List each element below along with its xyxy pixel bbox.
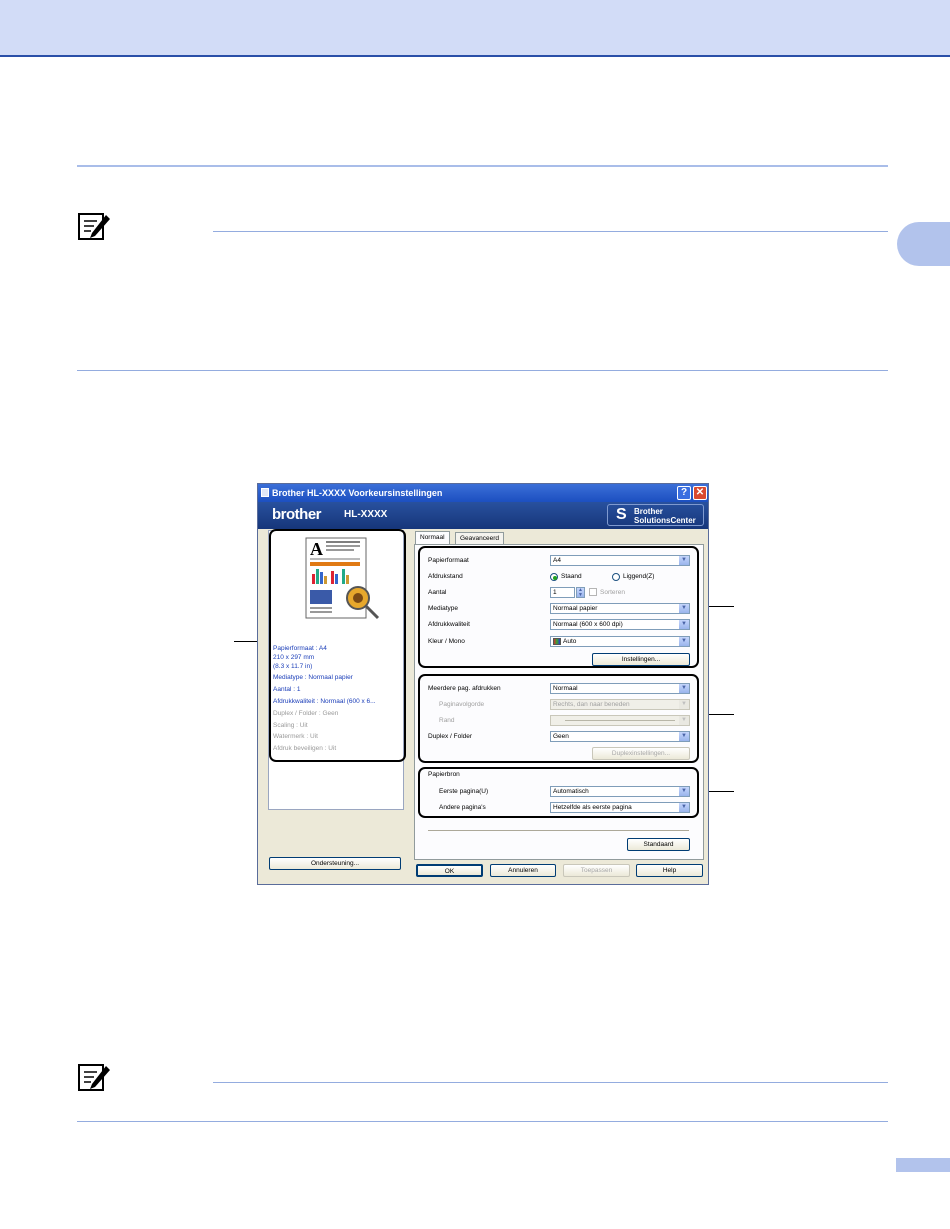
close-icon[interactable]: ✕: [693, 486, 707, 500]
color-mono-select[interactable]: Auto ▼: [550, 636, 690, 647]
help-button[interactable]: Help: [636, 864, 703, 877]
dialog-titlebar: Brother HL-XXXX Voorkeursinstellingen: [258, 484, 708, 502]
help-icon[interactable]: ?: [677, 486, 691, 500]
copies-label: Aantal: [428, 589, 447, 596]
solutions-center-button[interactable]: S Brother SolutionsCenter: [607, 504, 704, 526]
separator: [428, 830, 689, 831]
apply-button[interactable]: Toepassen: [563, 864, 630, 877]
page-order-value: Rechts, dan naar beneden: [553, 701, 630, 708]
color-mono-value: Auto: [563, 638, 577, 645]
dialog-title: Brother HL-XXXX Voorkeursinstellingen: [272, 488, 443, 498]
chevron-down-icon: ▼: [679, 700, 689, 709]
note-icon: [78, 213, 110, 240]
chevron-down-icon: ▼: [679, 604, 689, 613]
default-button[interactable]: Standaard: [627, 838, 690, 851]
note-top-rule: [213, 231, 888, 232]
settings-button[interactable]: Instellingen...: [592, 653, 690, 666]
landscape-label: Liggend(Z): [623, 573, 655, 580]
support-button[interactable]: Ondersteuning...: [269, 857, 401, 870]
multi-page-label: Meerdere pag. afdrukken: [428, 685, 501, 692]
tab-geavanceerd[interactable]: Geavanceerd: [455, 532, 505, 544]
chapter-tab: [897, 222, 950, 266]
portrait-label: Staand: [561, 573, 582, 580]
color-mono-label: Kleur / Mono: [428, 638, 465, 645]
border-label: Rand: [439, 717, 455, 724]
copies-stepper-icon[interactable]: ▲ ▼: [576, 587, 585, 598]
printer-icon: [261, 488, 269, 497]
first-page-select[interactable]: Automatisch ▼: [550, 786, 690, 797]
chevron-down-icon: ▼: [679, 556, 689, 565]
border-select[interactable]: ▼: [550, 715, 690, 726]
multi-page-select[interactable]: Normaal ▼: [550, 683, 690, 694]
border-line-sample: [565, 720, 675, 721]
first-page-label: Eerste pagina(U): [439, 788, 489, 795]
portrait-radio[interactable]: [550, 573, 558, 581]
page-order-select[interactable]: Rechts, dan naar beneden ▼: [550, 699, 690, 710]
page-number-tab: [896, 1158, 950, 1172]
chevron-down-icon: ▼: [679, 620, 689, 629]
chevron-down-icon: ▼: [679, 787, 689, 796]
paper-size-select[interactable]: A4 ▼: [550, 555, 690, 566]
orientation-label: Afdrukstand: [428, 573, 463, 580]
model-name: HL-XXXX: [344, 509, 388, 520]
note-bottom-rule: [77, 370, 888, 371]
other-pages-label: Andere pagina's: [439, 804, 486, 811]
media-type-select[interactable]: Normaal papier ▼: [550, 603, 690, 614]
note-icon: [78, 1064, 110, 1091]
color-icon: [553, 638, 561, 645]
tab-normaal[interactable]: Normaal: [415, 531, 450, 545]
chevron-down-icon: ▼: [679, 716, 689, 725]
printer-preferences-dialog: Brother HL-XXXX Voorkeursinstellingen ? …: [257, 483, 709, 885]
collate-checkbox[interactable]: [589, 588, 597, 596]
brother-logo: brother: [272, 506, 322, 523]
other-pages-select[interactable]: Hetzelfde als eerste pagina ▼: [550, 802, 690, 813]
header-band: [0, 0, 950, 57]
chevron-down-icon: ▼: [679, 803, 689, 812]
paper-size-value: A4: [553, 557, 561, 564]
cancel-button[interactable]: Annuleren: [490, 864, 556, 877]
media-type-label: Mediatype: [428, 605, 458, 612]
media-type-value: Normaal papier: [553, 605, 598, 612]
print-quality-value: Normaal (600 x 600 dpi): [553, 621, 623, 628]
page-order-label: Paginavolgorde: [439, 701, 485, 708]
duplex-label: Duplex / Folder: [428, 733, 473, 740]
duplex-settings-button[interactable]: Duplexinstellingen...: [592, 747, 690, 760]
multi-page-value: Normaal: [553, 685, 578, 692]
section-rule: [77, 165, 888, 167]
callout-frame-preview: [269, 529, 406, 762]
first-page-value: Automatisch: [553, 788, 589, 795]
solutions-icon: S: [616, 506, 627, 523]
chevron-down-icon: ▼: [679, 684, 689, 693]
note-bottom-rule: [77, 1121, 888, 1122]
chevron-down-icon: ▼: [679, 637, 689, 646]
landscape-radio[interactable]: [612, 573, 620, 581]
chevron-down-icon: ▼: [679, 732, 689, 741]
collate-label: Sorteren: [600, 589, 625, 596]
paper-size-label: Papierformaat: [428, 557, 469, 564]
paper-source-label: Papierbron: [428, 771, 460, 778]
print-quality-select[interactable]: Normaal (600 x 600 dpi) ▼: [550, 619, 690, 630]
other-pages-value: Hetzelfde als eerste pagina: [553, 804, 632, 811]
note-top-rule: [213, 1082, 888, 1083]
duplex-select[interactable]: Geen ▼: [550, 731, 690, 742]
brand-bar: brother HL-XXXX S Brother SolutionsCente…: [258, 502, 708, 529]
solutions-line1: Brother: [634, 507, 663, 516]
solutions-line2: SolutionsCenter: [634, 516, 696, 525]
duplex-value: Geen: [553, 733, 569, 740]
print-quality-label: Afdrukkwaliteit: [428, 621, 470, 628]
ok-button[interactable]: OK: [416, 864, 483, 877]
copies-input[interactable]: 1: [550, 587, 575, 598]
